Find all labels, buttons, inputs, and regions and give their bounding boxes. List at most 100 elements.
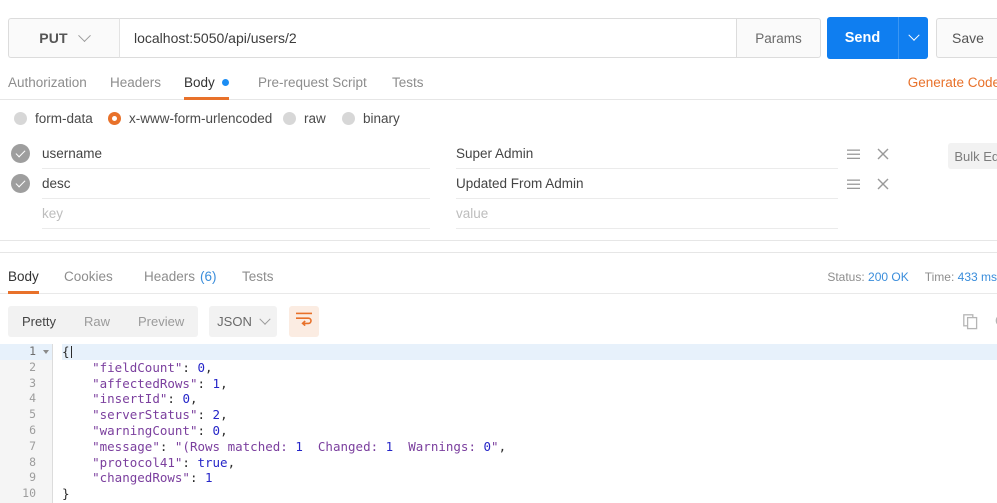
code-token: : bbox=[197, 407, 212, 422]
radio-form-data[interactable]: form-data bbox=[14, 111, 93, 126]
row-value-input[interactable]: Super Admin bbox=[456, 139, 838, 169]
tab-label: Headers bbox=[144, 269, 195, 284]
line-number: 6 bbox=[0, 423, 52, 439]
code-token: : bbox=[197, 376, 212, 391]
line-number-gutter: 12345678910 bbox=[0, 344, 53, 503]
time-value: 433 ms bbox=[958, 270, 997, 284]
bulk-edit-button[interactable]: Bulk Edit bbox=[948, 143, 997, 169]
code-token: , bbox=[228, 455, 236, 470]
code-token bbox=[62, 376, 92, 391]
send-options-button[interactable] bbox=[898, 17, 928, 59]
row-key-input[interactable]: desc bbox=[42, 169, 430, 199]
code-token bbox=[62, 439, 92, 454]
row-actions bbox=[845, 139, 891, 169]
code-token: "message" bbox=[92, 439, 160, 454]
params-table: username Super Admin bbox=[0, 139, 997, 229]
code-token: "protocol41" bbox=[92, 455, 182, 470]
response-tab-cookies[interactable]: Cookies bbox=[64, 259, 113, 294]
response-language-selector[interactable]: JSON bbox=[209, 306, 277, 337]
code-token: "changedRows" bbox=[92, 470, 190, 485]
response-tab-headers[interactable]: Headers (6) bbox=[144, 259, 217, 294]
code-token: , bbox=[205, 360, 213, 375]
tab-body[interactable]: Body bbox=[184, 65, 229, 100]
response-tab-body[interactable]: Body bbox=[8, 259, 39, 294]
tab-pre-request-script[interactable]: Pre-request Script bbox=[258, 65, 367, 100]
http-method-selector[interactable]: PUT bbox=[8, 18, 119, 58]
row-enabled-checkbox[interactable] bbox=[11, 144, 30, 163]
status-label: Status: bbox=[827, 270, 864, 284]
view-mode-preview[interactable]: Preview bbox=[124, 306, 198, 337]
code-token: 0 bbox=[213, 423, 221, 438]
params-label: Params bbox=[755, 31, 802, 46]
line-number: 8 bbox=[0, 455, 52, 471]
word-wrap-icon bbox=[296, 312, 312, 331]
response-language-label: JSON bbox=[217, 314, 252, 329]
generate-code-link[interactable]: Generate Code bbox=[908, 65, 997, 100]
response-tab-tests[interactable]: Tests bbox=[242, 259, 274, 294]
word-wrap-toggle[interactable] bbox=[289, 306, 319, 337]
line-number: 4 bbox=[0, 391, 52, 407]
request-url-input[interactable]: localhost:5050/api/users/2 bbox=[119, 18, 737, 58]
tab-tests[interactable]: Tests bbox=[392, 65, 424, 100]
response-view-mode-group: Pretty Raw Preview bbox=[8, 306, 198, 337]
bulk-edit-label: Bulk Edit bbox=[954, 149, 997, 164]
table-row: desc Updated From Admin bbox=[0, 169, 997, 199]
hamburger-icon[interactable] bbox=[845, 146, 861, 162]
params-button[interactable]: Params bbox=[737, 18, 821, 58]
code-token: 0 bbox=[182, 391, 190, 406]
radio-label: form-data bbox=[35, 111, 93, 126]
radio-raw[interactable]: raw bbox=[283, 111, 326, 126]
new-row-value-input[interactable]: value bbox=[456, 199, 838, 229]
code-token: "fieldCount" bbox=[92, 360, 182, 375]
response-body-viewer[interactable]: 12345678910 { "fieldCount": 0, "affected… bbox=[0, 344, 997, 503]
request-url-text: localhost:5050/api/users/2 bbox=[134, 30, 297, 46]
hamburger-icon[interactable] bbox=[845, 176, 861, 192]
tab-authorization[interactable]: Authorization bbox=[8, 65, 87, 100]
view-mode-raw[interactable]: Raw bbox=[70, 306, 124, 337]
view-mode-pretty[interactable]: Pretty bbox=[8, 306, 70, 337]
code-token: : bbox=[197, 423, 212, 438]
status-value: 200 OK bbox=[868, 270, 909, 284]
request-tabs: Authorization Headers Body Pre-request S… bbox=[0, 65, 997, 100]
text-caret bbox=[71, 346, 72, 358]
tab-label: Body bbox=[8, 269, 39, 284]
code-token: Changed: bbox=[303, 439, 386, 454]
code-token: 1 bbox=[295, 439, 303, 454]
code-line: } bbox=[62, 486, 997, 502]
send-button[interactable]: Send bbox=[827, 17, 898, 59]
response-body-code[interactable]: { "fieldCount": 0, "affectedRows": 1, "i… bbox=[53, 344, 997, 503]
row-key-input[interactable]: username bbox=[42, 139, 430, 169]
save-button[interactable]: Save bbox=[936, 18, 997, 58]
row-enabled-checkbox[interactable] bbox=[11, 174, 30, 193]
code-token bbox=[62, 423, 92, 438]
tab-label: Tests bbox=[242, 269, 274, 284]
code-token bbox=[62, 455, 92, 470]
code-token: "insertId" bbox=[92, 391, 167, 406]
code-token: 0 bbox=[484, 439, 492, 454]
radio-icon bbox=[283, 112, 296, 125]
radio-label: x-www-form-urlencoded bbox=[129, 111, 272, 126]
fold-triangle-icon[interactable] bbox=[43, 350, 49, 354]
tab-label: Authorization bbox=[8, 75, 87, 90]
code-token bbox=[62, 391, 92, 406]
copy-icon[interactable] bbox=[963, 314, 979, 330]
code-line: "affectedRows": 1, bbox=[62, 376, 997, 392]
radio-icon bbox=[14, 112, 27, 125]
code-token: true bbox=[197, 455, 227, 470]
code-line: "insertId": 0, bbox=[62, 391, 997, 407]
pane-splitter[interactable] bbox=[0, 240, 997, 253]
new-row-key-input[interactable]: key bbox=[42, 199, 430, 229]
response-actions bbox=[963, 306, 997, 337]
close-icon[interactable] bbox=[875, 146, 891, 162]
code-line: "changedRows": 1 bbox=[62, 470, 997, 486]
code-token bbox=[62, 407, 92, 422]
tab-headers[interactable]: Headers bbox=[110, 65, 161, 100]
row-value-input[interactable]: Updated From Admin bbox=[456, 169, 838, 199]
close-icon[interactable] bbox=[875, 176, 891, 192]
radio-x-www-form-urlencoded[interactable]: x-www-form-urlencoded bbox=[108, 111, 272, 126]
code-token: Warnings: bbox=[393, 439, 483, 454]
radio-binary[interactable]: binary bbox=[342, 111, 400, 126]
line-number: 5 bbox=[0, 407, 52, 423]
tab-label: Headers bbox=[110, 75, 161, 90]
line-number: 10 bbox=[0, 486, 52, 502]
